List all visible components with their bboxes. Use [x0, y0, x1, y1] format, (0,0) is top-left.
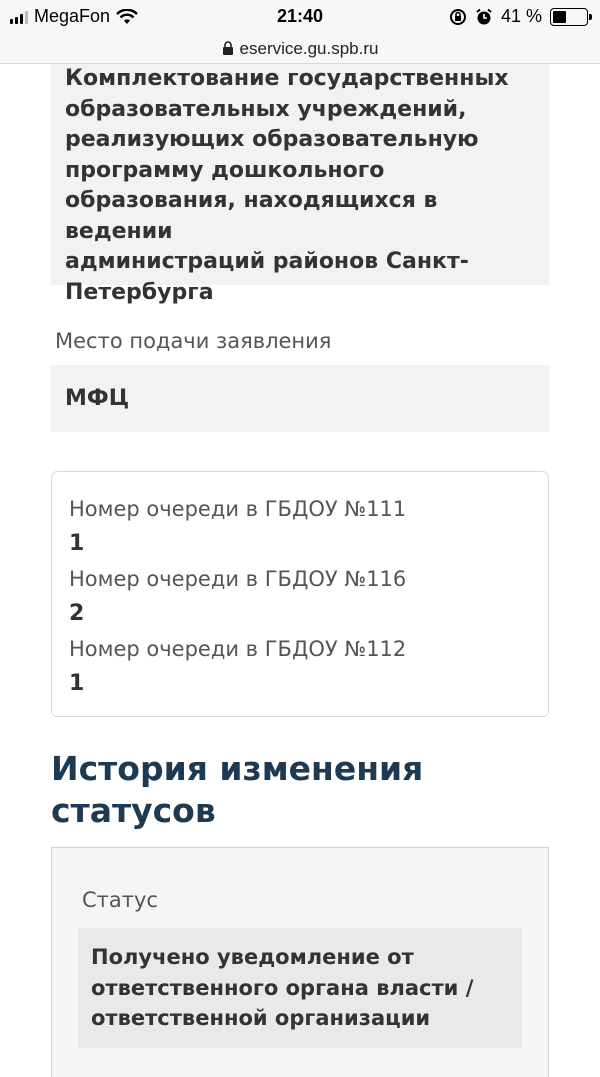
service-name: Комплектование государственных образоват…	[65, 64, 535, 308]
queue-number: 1	[69, 531, 85, 556]
url-text: eservice.gu.spb.ru	[239, 38, 379, 58]
service-name-line: реализующих образовательную	[65, 127, 479, 152]
history-title-line: статусов	[51, 791, 216, 830]
status-card: Статус Получено уведомление от ответстве…	[51, 847, 549, 1077]
queue-number: 2	[69, 601, 85, 626]
status-value: Получено уведомление от ответственного о…	[91, 942, 509, 1034]
service-name-line: программу дошкольного	[65, 157, 385, 183]
battery-percent: 41 %	[500, 6, 542, 26]
battery-fill	[553, 10, 567, 23]
queue-number: 1	[69, 671, 85, 696]
place-label: Место подачи заявления	[55, 329, 332, 353]
queue-title: Номер очереди в ГБДОУ №111	[69, 497, 407, 521]
queue-item: Номер очереди в ГБДОУ №111 1	[69, 491, 531, 561]
history-title-line: История изменения	[51, 749, 424, 788]
service-name-box: Комплектование государственных образоват…	[51, 64, 549, 305]
service-name-line: Комплектование государственных	[65, 66, 509, 91]
alarm-icon	[476, 8, 492, 24]
status-value-line: ответственного органа власти /	[91, 975, 474, 1000]
padlock-icon	[222, 41, 233, 55]
queue-item: Номер очереди в ГБДОУ №116 2	[69, 561, 531, 631]
status-label: Статус	[82, 888, 158, 912]
service-name-line: образования, находящихся в ведении	[65, 188, 438, 244]
queue-item: Номер очереди в ГБДОУ №112 1	[69, 631, 531, 701]
service-name-line: администраций районов Санкт-	[65, 249, 469, 274]
rotation-lock-icon	[449, 8, 466, 25]
status-value-line: ответственной организации	[91, 1006, 431, 1030]
place-value-box: МФЦ	[51, 365, 549, 432]
status-value-box: Получено уведомление от ответственного о…	[78, 928, 522, 1048]
queue-title: Номер очереди в ГБДОУ №112	[69, 637, 407, 661]
place-value: МФЦ	[65, 386, 130, 411]
service-name-line: Петербурга	[65, 279, 214, 305]
status-bar-right: 41 %	[449, 6, 592, 27]
status-value-line: Получено уведомление от	[91, 945, 414, 969]
history-title: История изменения статусов	[51, 748, 549, 832]
battery-icon	[550, 7, 592, 26]
service-name-line: образовательных учреждений,	[65, 96, 467, 122]
url-bar[interactable]: eservice.gu.spb.ru	[0, 34, 600, 64]
queue-card: Номер очереди в ГБДОУ №111 1 Номер очере…	[51, 471, 549, 717]
queue-title: Номер очереди в ГБДОУ №116	[69, 567, 407, 591]
status-bar: MegaFon 21:40 41 %	[0, 0, 600, 34]
